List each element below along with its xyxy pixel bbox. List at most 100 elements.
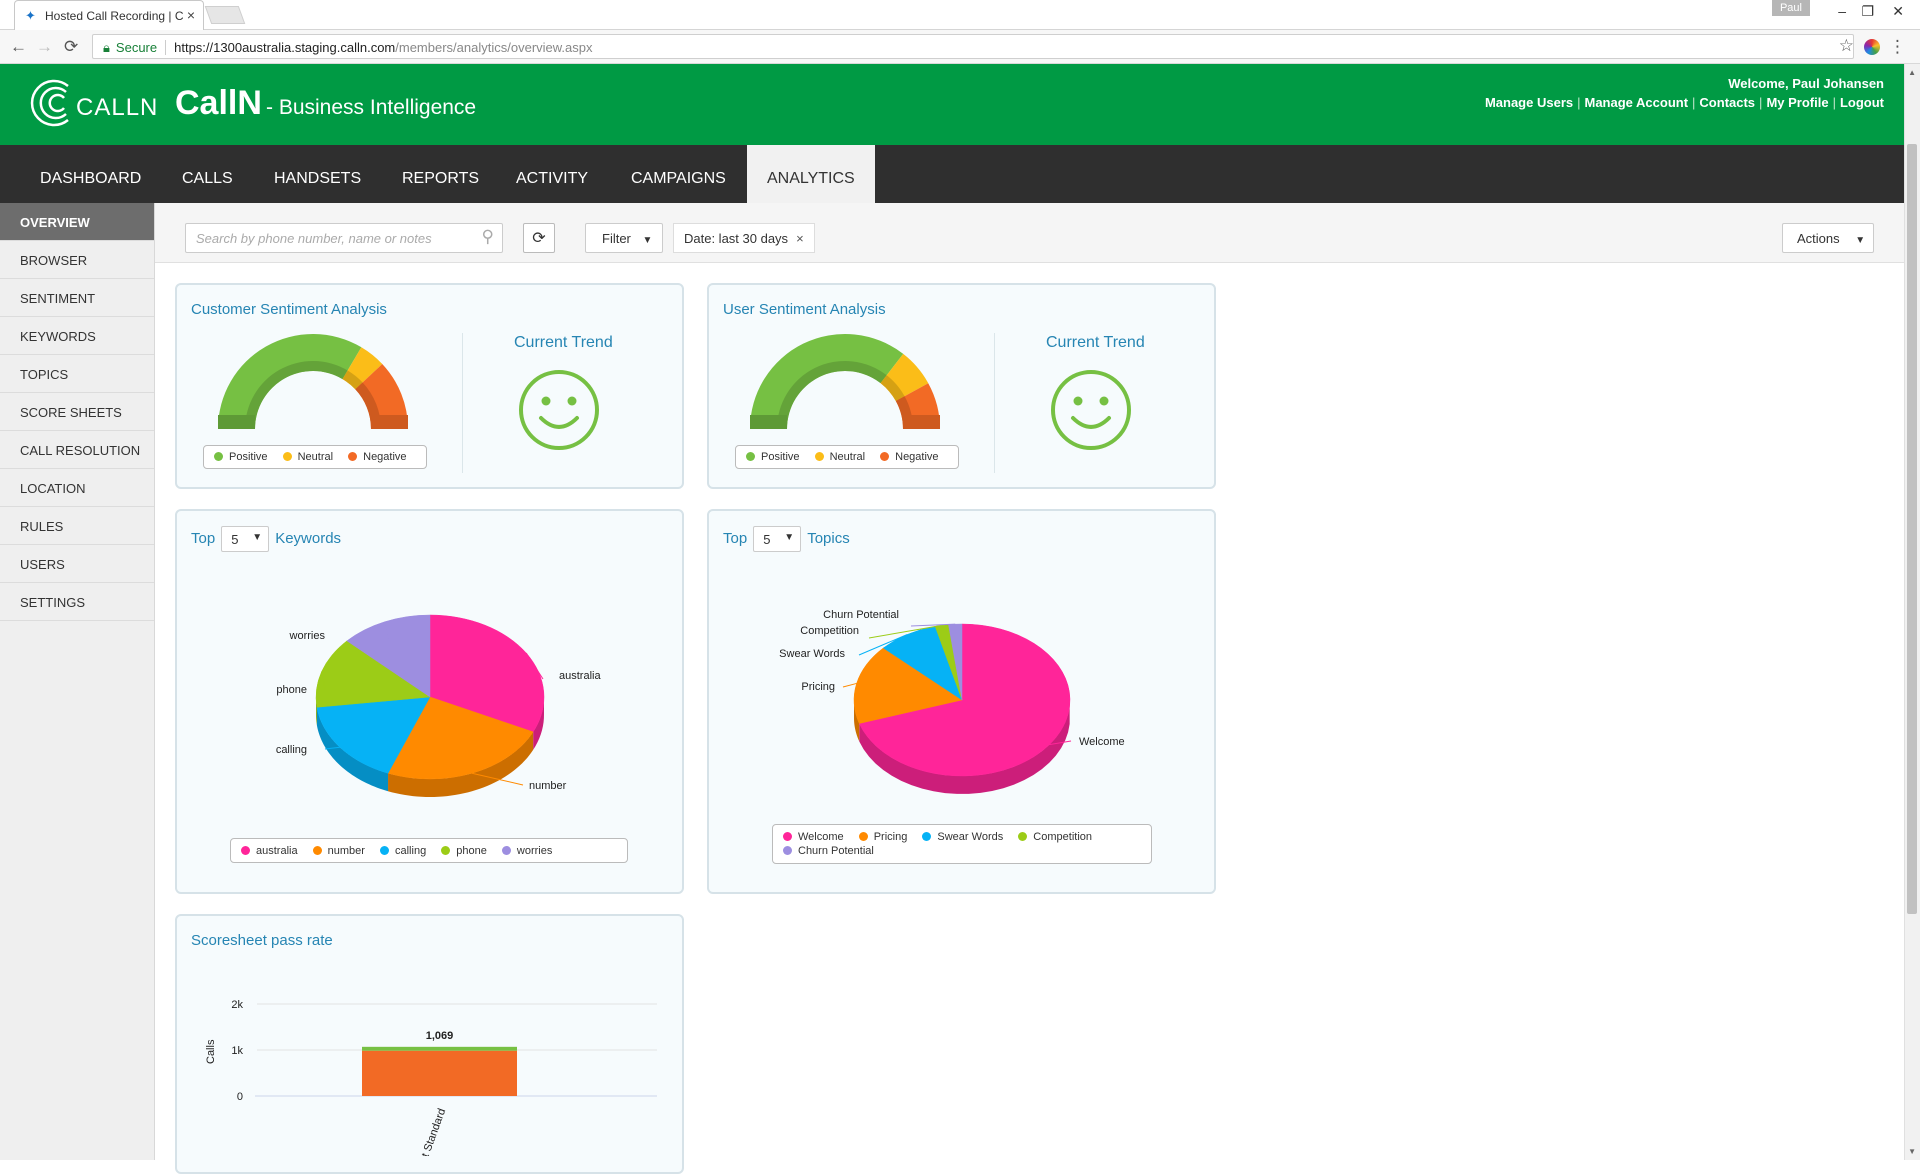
svg-text:number: number <box>529 780 567 792</box>
search-icon[interactable]: ⚲ <box>482 227 494 247</box>
legend-item[interactable]: Churn Potential <box>783 844 874 858</box>
contacts-link[interactable]: Contacts <box>1699 95 1755 110</box>
logout-link[interactable]: Logout <box>1840 95 1884 110</box>
y-tick-label: 1k <box>231 1045 243 1057</box>
sidebar-item-score-sheets[interactable]: SCORE SHEETS <box>0 393 154 431</box>
nav-handsets[interactable]: HANDSETS <box>274 145 361 203</box>
legend-item[interactable]: calling <box>380 845 426 857</box>
caret-down-icon: ▼ <box>1855 235 1866 246</box>
nav-dashboard[interactable]: DASHBOARD <box>40 145 141 203</box>
customer-sentiment-gauge <box>218 334 408 429</box>
nav-reports[interactable]: REPORTS <box>402 145 479 203</box>
page-scrollbar[interactable]: ▲ ▼ <box>1904 64 1920 1160</box>
svg-text:australia: australia <box>559 670 601 682</box>
sidebar-item-location[interactable]: LOCATION <box>0 469 154 507</box>
scroll-thumb[interactable] <box>1907 144 1917 914</box>
sidebar-item-users[interactable]: USERS <box>0 545 154 583</box>
panel-divider <box>462 333 463 473</box>
new-tab-button[interactable] <box>204 6 246 24</box>
my-profile-link[interactable]: My Profile <box>1766 95 1828 110</box>
tab-title: Hosted Call Recording | C <box>45 9 184 23</box>
actions-button[interactable]: Actions ▼ <box>1782 223 1874 253</box>
sidebar: OVERVIEW BROWSER SENTIMENT KEYWORDS TOPI… <box>0 203 155 1160</box>
filter-button[interactable]: Filter ▼ <box>585 223 663 253</box>
search-input[interactable]: Search by phone number, name or notes ⚲ <box>185 223 503 253</box>
refresh-button[interactable]: ⟳ <box>523 223 555 253</box>
keywords-header: Top 5 ▼ Keywords <box>191 526 341 552</box>
url-input[interactable]: 🔒︎ Secure https://1300australia.staging.ca… <box>92 34 1854 59</box>
legend-item-positive[interactable]: Positive <box>746 451 800 463</box>
sidebar-item-call-resolution[interactable]: CALL RESOLUTION <box>0 431 154 469</box>
panel-title: Scoresheet pass rate <box>191 932 333 949</box>
legend-item[interactable]: Swear Words <box>922 830 1003 844</box>
sidebar-item-topics[interactable]: TOPICS <box>0 355 154 393</box>
sidebar-item-sentiment[interactable]: SENTIMENT <box>0 279 154 317</box>
manage-users-link[interactable]: Manage Users <box>1485 95 1573 110</box>
legend-item-neutral[interactable]: Neutral <box>282 451 333 463</box>
panel-title: Customer Sentiment Analysis <box>191 301 387 318</box>
nav-calls[interactable]: CALLS <box>182 145 233 203</box>
legend-item[interactable]: Pricing <box>858 830 907 844</box>
topics-count-select[interactable]: 5 ▼ <box>753 526 802 552</box>
profile-badge[interactable]: Paul <box>1771 0 1810 16</box>
scroll-up-icon[interactable]: ▲ <box>1908 68 1916 77</box>
customer-sentiment-panel: Customer Sentiment Analysis Positive Neu… <box>175 283 684 489</box>
top-label: Top <box>191 529 216 547</box>
manage-account-link[interactable]: Manage Account <box>1585 95 1689 110</box>
legend-item[interactable]: number <box>312 845 365 857</box>
scroll-down-icon[interactable]: ▼ <box>1908 1147 1916 1156</box>
restore-icon[interactable]: ❐ <box>1861 3 1874 20</box>
legend-item-negative[interactable]: Negative <box>880 451 939 463</box>
topics-label: Topics <box>807 529 850 547</box>
date-filter-label: Date: last 30 days <box>684 231 789 246</box>
nav-activity[interactable]: ACTIVITY <box>516 145 588 203</box>
actions-label: Actions <box>1797 231 1840 246</box>
topics-panel: Top 5 ▼ Topics Welcome Pricing Swear Words Com… <box>707 509 1216 894</box>
app-subtitle: - Business Intelligence <box>266 96 477 119</box>
browser-tab[interactable]: ✦ Hosted Call Recording | C × <box>14 0 204 30</box>
legend-item-neutral[interactable]: Neutral <box>814 451 865 463</box>
smiley-icon <box>1051 370 1131 450</box>
legend-item[interactable]: australia <box>241 845 298 857</box>
legend-item-negative[interactable]: Negative <box>348 451 407 463</box>
legend-item[interactable]: phone <box>441 845 487 857</box>
close-tab-icon[interactable]: × <box>187 7 195 23</box>
forward-icon[interactable]: → <box>36 37 53 57</box>
keywords-count-select[interactable]: 5 ▼ <box>221 526 270 552</box>
minimize-icon[interactable]: – <box>1838 3 1846 19</box>
legend-item[interactable]: Competition <box>1018 830 1092 844</box>
sidebar-item-overview[interactable]: OVERVIEW <box>0 203 154 241</box>
bar-segment[interactable] <box>362 1046 517 1051</box>
bookmark-star-icon[interactable]: ☆ <box>1839 36 1854 56</box>
svg-text:Competition: Competition <box>800 625 859 637</box>
main-nav: DASHBOARD CALLS HANDSETS REPORTS ACTIVIT… <box>0 145 1904 203</box>
svg-text:phone: phone <box>276 684 307 696</box>
sidebar-item-browser[interactable]: BROWSER <box>0 241 154 279</box>
sidebar-item-rules[interactable]: RULES <box>0 507 154 545</box>
gauge-base <box>750 415 940 429</box>
account-links: Manage Users | Manage Account | Contacts | My … <box>1484 95 1884 110</box>
sidebar-item-keywords[interactable]: KEYWORDS <box>0 317 154 355</box>
back-icon[interactable]: ← <box>10 37 27 57</box>
close-window-icon[interactable]: ✕ <box>1892 3 1904 20</box>
extension-icon[interactable] <box>1864 39 1880 55</box>
bar-segment[interactable] <box>362 1050 517 1096</box>
caret-down-icon: ▼ <box>642 235 653 246</box>
panel-title: User Sentiment Analysis <box>723 301 886 318</box>
svg-text:Swear Words: Swear Words <box>779 648 845 660</box>
url-path: /members/analytics/overview.aspx <box>395 40 593 55</box>
gauge-segment-positive[interactable] <box>218 334 362 429</box>
browser-menu-icon[interactable]: ⋮ <box>1889 37 1906 57</box>
legend-item-positive[interactable]: Positive <box>214 451 268 463</box>
nav-analytics[interactable]: ANALYTICS <box>747 145 875 203</box>
nav-campaigns[interactable]: CAMPAIGNS <box>631 145 726 203</box>
reload-icon[interactable]: ⟳ <box>64 37 78 57</box>
secure-label: Secure <box>115 40 167 55</box>
remove-filter-icon[interactable]: × <box>796 231 804 246</box>
sidebar-item-settings[interactable]: SETTINGS <box>0 583 154 621</box>
panel-divider <box>994 333 995 473</box>
legend-item[interactable]: worries <box>501 845 552 857</box>
legend-item[interactable]: Welcome <box>783 830 844 844</box>
keywords-label: Keywords <box>275 529 342 547</box>
search-placeholder: Search by phone number, name or notes <box>196 231 432 246</box>
